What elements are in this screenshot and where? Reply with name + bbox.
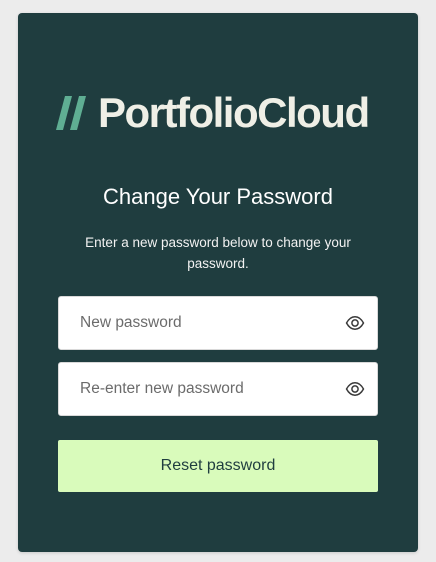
reset-password-button[interactable]: Reset password	[58, 440, 378, 492]
confirm-password-field	[58, 362, 378, 416]
confirm-password-input[interactable]	[59, 363, 335, 415]
eye-icon[interactable]	[345, 313, 365, 333]
instructions-text: Enter a new password below to change you…	[85, 235, 351, 271]
new-password-input[interactable]	[59, 297, 335, 349]
eye-icon[interactable]	[345, 379, 365, 399]
slash-mark-icon	[56, 96, 86, 130]
page-title: Change Your Password	[103, 184, 333, 209]
brand-name: PortfolioCloud	[98, 89, 370, 136]
change-password-card: PortfolioCloud Change Your Password Ente…	[18, 13, 418, 552]
brand-logo: PortfolioCloud	[56, 89, 380, 136]
new-password-field	[58, 296, 378, 350]
